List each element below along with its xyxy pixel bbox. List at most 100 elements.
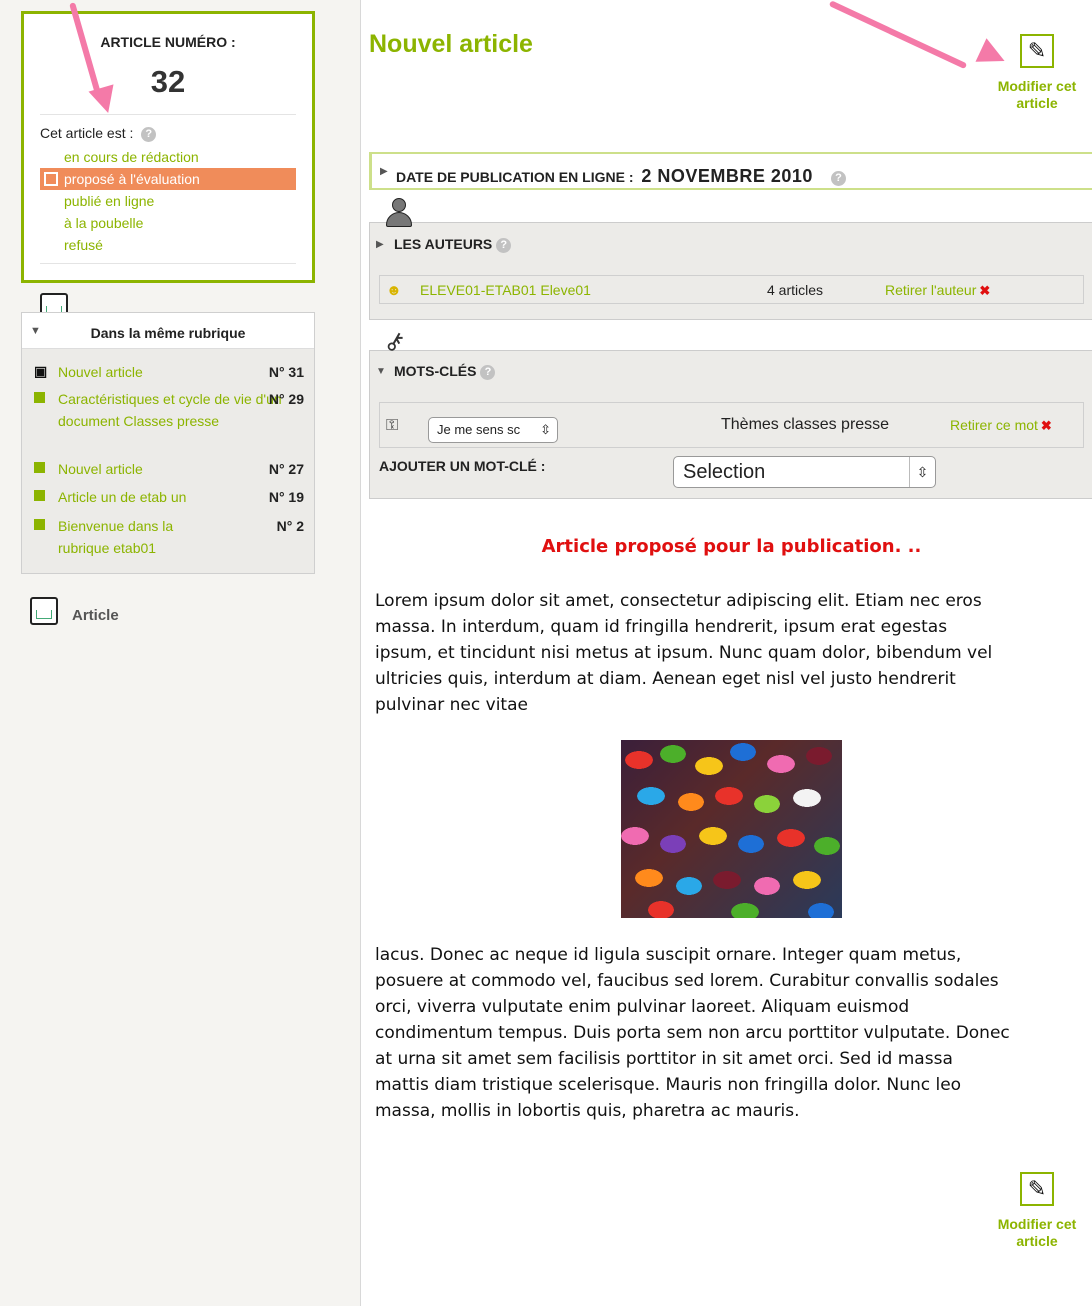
same-section-header[interactable]: ▼ Dans la même rubrique <box>22 313 314 349</box>
article-number: 32 <box>150 64 186 99</box>
article-number-label: ARTICLE NUMÉRO : <box>100 34 236 50</box>
text-line: orci, viverra vulputate enim pulvinar la… <box>375 997 910 1017</box>
status-published[interactable]: publié en ligne <box>40 190 296 212</box>
remove-keyword-link[interactable]: Retirer ce mot ✖ <box>950 417 1052 434</box>
status-list: en cours de rédaction proposé à l'évalua… <box>40 146 296 256</box>
list-item-number: N° 31 <box>268 364 304 380</box>
status-proposed[interactable]: proposé à l'évaluation <box>40 168 296 190</box>
add-keyword-label: AJOUTER UN MOT-CLÉ : <box>379 458 546 474</box>
select-arrow-icon: ⇳ <box>909 457 935 487</box>
authors-title: LES AUTEURS? <box>394 236 512 253</box>
text-line: at urna sit amet sem facilisis porttitor… <box>375 1049 953 1069</box>
list-item-number: N° 29 <box>268 391 304 407</box>
author-article-count: 4 articles <box>767 282 824 298</box>
text-line: condimentum tempus. Duis porta sem non a… <box>375 1023 1010 1043</box>
list-item-label[interactable]: Nouvel article <box>34 361 284 383</box>
list-item[interactable]: Nouvel article N° 27 <box>34 458 304 480</box>
text-line: massa, mollis in lobortis quis, pharetra… <box>375 1101 800 1121</box>
edit-icon: ✎ <box>1020 1172 1054 1206</box>
text-line: mattis diam tristique scelerisque. Mauri… <box>375 1075 962 1095</box>
status-square-icon <box>44 172 58 186</box>
annotation-arrow-right <box>828 0 968 70</box>
status-title: Cet article est : ? <box>40 125 157 142</box>
keyword-select[interactable]: Je me sens sc ⇳ <box>428 417 558 443</box>
keyword-row: ⚿ Je me sens sc ⇳ Thèmes classes presse R… <box>379 402 1084 448</box>
text-line: Lorem ipsum dolor sit amet, consectetur … <box>375 591 982 611</box>
article-number-box: ARTICLE NUMÉRO : 32 Cet article est : ? … <box>21 11 315 283</box>
status-proposed-label: proposé à l'évaluation <box>64 171 200 187</box>
edit-label-line2: article <box>1016 95 1058 111</box>
edit-label-line1: Modifier cet <box>997 78 1077 94</box>
same-section-box: ▼ Dans la même rubrique ▣ Nouvel article… <box>21 312 315 574</box>
edit-label-line1: Modifier cet <box>997 1216 1077 1232</box>
list-item-number: N° 27 <box>268 461 304 477</box>
keyword-select-value: Je me sens sc <box>437 422 521 437</box>
expand-triangle-icon[interactable]: ▶ <box>380 166 388 177</box>
help-icon[interactable]: ? <box>830 170 846 186</box>
proposed-notice: Article proposé pour la publication. .. <box>541 536 922 557</box>
authors-title-text: LES AUTEURS <box>394 236 493 252</box>
list-item-label[interactable]: Caractéristiques et cycle de vie d'un do… <box>34 388 284 432</box>
text-line: lacus. Donec ac neque id ligula suscipit… <box>375 945 962 965</box>
text-line: ipsum, et tincidunt nisi metus at ipsum.… <box>375 643 993 663</box>
edit-label-line2: article <box>1016 1233 1058 1249</box>
article-bullet-icon <box>34 462 45 473</box>
status-draft[interactable]: en cours de rédaction <box>40 146 296 168</box>
edit-article-button-bottom[interactable]: ✎ Modifier cet article <box>987 1172 1087 1250</box>
status-title-text: Cet article est : <box>40 125 134 141</box>
author-row: ☻ ELEVE01-ETAB01 Eleve01 4 articles Reti… <box>379 275 1084 304</box>
publication-date-label: DATE DE PUBLICATION EN LIGNE : 2 NOVEMBR… <box>396 166 846 187</box>
status-refused[interactable]: refusé <box>40 234 296 256</box>
remove-keyword-label: Retirer ce mot <box>950 417 1038 433</box>
publication-date-label-text: DATE DE PUBLICATION EN LIGNE : <box>396 169 634 185</box>
keywords-title: MOTS-CLÉS? <box>394 363 496 380</box>
article-link-label: Article <box>72 607 119 624</box>
remove-author-link[interactable]: Retirer l'auteur ✖ <box>885 282 990 299</box>
list-item[interactable]: Bienvenue dans la rubrique etab01 N° 2 <box>34 515 304 559</box>
remove-x-icon: ✖ <box>1040 418 1052 433</box>
list-item[interactable]: Article un de etab un N° 19 <box>34 486 304 508</box>
keywords-title-text: MOTS-CLÉS <box>394 363 477 379</box>
edit-icon: ✎ <box>1020 34 1054 68</box>
page-title: Nouvel article <box>369 30 533 58</box>
jellybeans-image <box>621 740 842 918</box>
author-icon: ☻ <box>386 282 402 299</box>
help-icon[interactable]: ? <box>496 237 512 253</box>
list-item-number: N° 19 <box>268 489 304 505</box>
text-line: posuere at commodo vel, faucibus sed lor… <box>375 971 999 991</box>
article-bullet-icon <box>34 392 45 403</box>
list-item-label[interactable]: Nouvel article <box>34 458 284 480</box>
list-item-label[interactable]: Bienvenue dans la rubrique etab01 <box>34 515 204 559</box>
remove-x-icon: ✖ <box>979 283 991 298</box>
authors-panel: ▶ LES AUTEURS? <box>369 222 1092 320</box>
help-icon[interactable]: ? <box>480 364 496 380</box>
list-item[interactable]: ▣ Nouvel article N° 31 <box>34 361 304 383</box>
list-item-label[interactable]: Article un de etab un <box>34 486 284 508</box>
collapse-triangle-icon[interactable]: ▼ <box>376 366 386 377</box>
help-icon[interactable]: ? <box>141 126 157 142</box>
article-paragraph-1: Lorem ipsum dolor sit amet, consectetur … <box>375 588 992 718</box>
text-line: pulvinar nec vitae <box>375 695 528 715</box>
key-icon: ⚿ <box>386 417 399 434</box>
publication-date-bar[interactable]: ▶ DATE DE PUBLICATION EN LIGNE : 2 NOVEM… <box>369 152 1092 190</box>
list-item-number: N° 2 <box>276 518 304 534</box>
new-article-icon <box>30 597 58 625</box>
divider <box>40 263 296 264</box>
article-bullet-icon <box>34 490 45 501</box>
text-line: massa. In interdum, quam id fringilla he… <box>375 617 948 637</box>
add-keyword-select-value: Selection <box>683 461 766 483</box>
left-sidebar: ARTICLE NUMÉRO : 32 Cet article est : ? … <box>0 0 361 1306</box>
status-trash[interactable]: à la poubelle <box>40 212 296 234</box>
divider <box>40 114 296 115</box>
same-section-title: Dans la même rubrique <box>90 325 246 341</box>
person-icon <box>385 198 413 232</box>
keyword-theme: Thèmes classes presse <box>721 416 890 433</box>
remove-author-label: Retirer l'auteur <box>885 282 977 298</box>
publication-date-value: 2 NOVEMBRE 2010 <box>641 166 813 186</box>
list-item[interactable]: Caractéristiques et cycle de vie d'un do… <box>34 388 304 432</box>
add-keyword-select[interactable]: Selection ⇳ <box>673 456 936 488</box>
author-name[interactable]: ELEVE01-ETAB01 Eleve01 <box>420 282 591 298</box>
text-line: ultricies quis, interdum at diam. Aenean… <box>375 669 956 689</box>
article-bullet-icon <box>34 519 45 530</box>
expand-triangle-icon[interactable]: ▶ <box>376 239 384 250</box>
